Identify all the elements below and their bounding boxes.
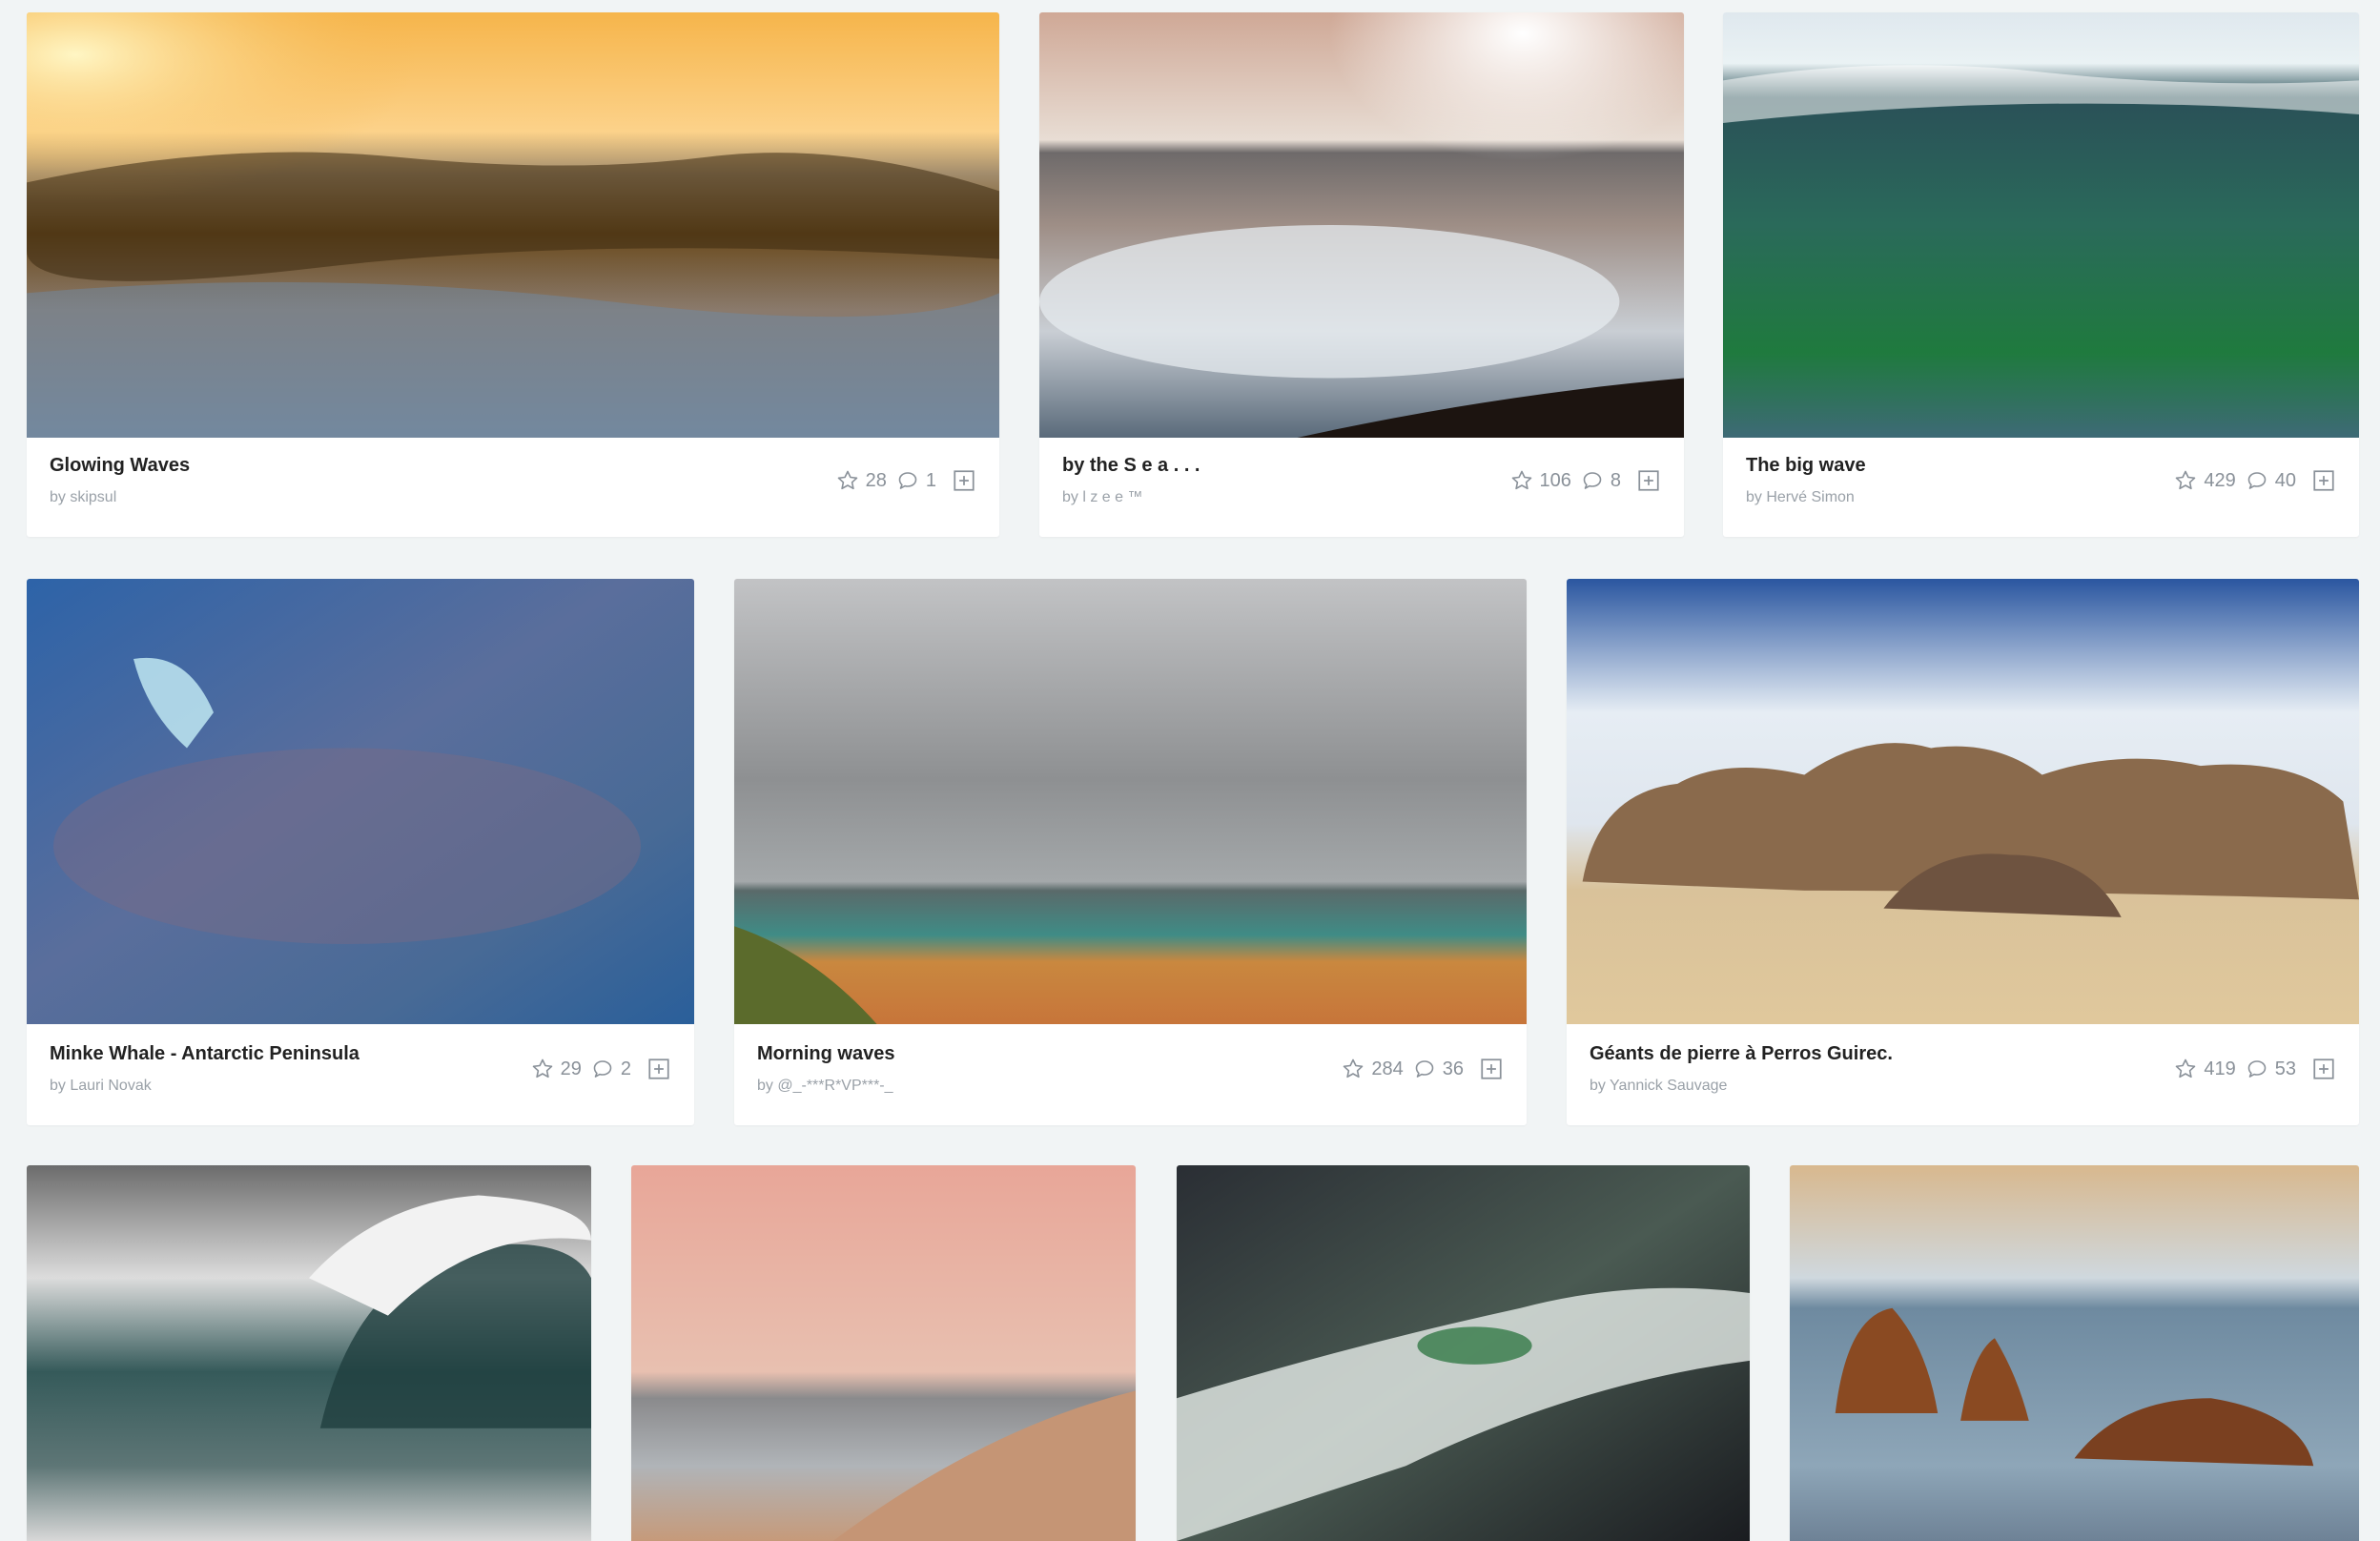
photo-author[interactable]: by skipsul	[50, 489, 116, 506]
comment-button[interactable]: 2	[591, 1058, 631, 1080]
add-to-gallery-button[interactable]	[1479, 1057, 1504, 1081]
like-count: 284	[1371, 1058, 1404, 1079]
photo-thumbnail[interactable]	[1177, 1165, 1750, 1541]
add-to-gallery-icon	[954, 470, 975, 491]
comment-count: 40	[2274, 469, 2296, 491]
comment-icon	[2247, 1060, 2267, 1078]
star-icon	[837, 470, 857, 490]
photo-title[interactable]: by the S e a . . .	[1062, 455, 1200, 477]
photo-author[interactable]: by Yannick Sauvage	[1590, 1078, 1727, 1095]
add-to-gallery-icon	[2313, 1058, 2334, 1079]
add-to-gallery-button[interactable]	[1636, 468, 1661, 493]
comment-count: 1	[925, 469, 936, 491]
comment-button[interactable]: 40	[2246, 469, 2296, 492]
like-count: 429	[2204, 469, 2236, 491]
like-button[interactable]: 106	[1510, 469, 1571, 492]
comment-icon	[593, 1060, 612, 1078]
photo-info: Morning waves by @_-***R*VP***-_ 284 36	[734, 1024, 1527, 1125]
comment-button[interactable]: 36	[1413, 1058, 1464, 1080]
star-icon	[2176, 470, 2196, 490]
photo-thumbnail[interactable]	[734, 579, 1527, 1024]
comment-button[interactable]: 1	[896, 469, 936, 492]
like-button[interactable]: 419	[2174, 1058, 2236, 1080]
photo-card[interactable]	[27, 1165, 591, 1541]
photo-thumbnail[interactable]	[1790, 1165, 2359, 1541]
like-button[interactable]: 28	[836, 469, 887, 492]
photo-title[interactable]: Morning waves	[757, 1043, 894, 1065]
photo-card[interactable]: Géants de pierre à Perros Guirec. by Yan…	[1567, 579, 2359, 1125]
photo-card[interactable]: Minke Whale - Antarctic Peninsula by Lau…	[27, 579, 694, 1125]
photo-thumbnail[interactable]	[27, 1165, 591, 1541]
photo-author[interactable]: by Lauri Novak	[50, 1078, 152, 1095]
comment-button[interactable]: 53	[2246, 1058, 2296, 1080]
photo-card[interactable]: Morning waves by @_-***R*VP***-_ 284 36	[734, 579, 1527, 1125]
photo-stats: 29 2	[531, 1057, 671, 1081]
star-icon	[2176, 1058, 2196, 1079]
photo-info: The big wave by Hervé Simon 429 40	[1723, 436, 2359, 537]
add-to-gallery-button[interactable]	[2311, 1057, 2336, 1081]
photo-card[interactable]	[631, 1165, 1136, 1541]
photo-info: Géants de pierre à Perros Guirec. by Yan…	[1567, 1024, 2359, 1125]
like-button[interactable]: 429	[2174, 469, 2236, 492]
add-to-gallery-icon	[648, 1058, 669, 1079]
photo-card[interactable]: The big wave by Hervé Simon 429 40	[1723, 12, 2359, 537]
photo-thumbnail[interactable]	[1723, 12, 2359, 438]
photo-thumbnail[interactable]	[631, 1165, 1136, 1541]
photo-stats: 28 1	[836, 468, 976, 493]
photo-title[interactable]: The big wave	[1746, 455, 1866, 477]
like-button[interactable]: 284	[1342, 1058, 1404, 1080]
like-count: 106	[1539, 469, 1571, 491]
photo-card[interactable]	[1177, 1165, 1750, 1541]
photo-author[interactable]: by @_-***R*VP***-_	[757, 1078, 893, 1095]
photo-author[interactable]: by Hervé Simon	[1746, 489, 1855, 506]
comment-icon	[2247, 472, 2267, 489]
add-to-gallery-button[interactable]	[2311, 468, 2336, 493]
photo-stats: 284 36	[1342, 1057, 1504, 1081]
photo-info: Glowing Waves by skipsul 28 1	[27, 436, 999, 537]
photo-card[interactable]: Glowing Waves by skipsul 28 1	[27, 12, 999, 537]
comment-count: 53	[2274, 1058, 2296, 1079]
photo-stats: 419 53	[2174, 1057, 2336, 1081]
like-button[interactable]: 29	[531, 1058, 582, 1080]
star-icon	[1511, 470, 1531, 490]
comment-icon	[1583, 472, 1602, 489]
like-count: 28	[865, 469, 887, 491]
photo-card[interactable]: by the S e a . . . by l z e e ™ 106 8	[1039, 12, 1684, 537]
photo-thumbnail[interactable]	[1567, 579, 2359, 1024]
add-to-gallery-icon	[1638, 470, 1659, 491]
photo-thumbnail[interactable]	[1039, 12, 1684, 438]
comment-count: 8	[1610, 469, 1621, 491]
comment-count: 2	[620, 1058, 631, 1079]
add-to-gallery-button[interactable]	[952, 468, 976, 493]
star-icon	[1344, 1058, 1364, 1079]
add-to-gallery-icon	[2313, 470, 2334, 491]
like-count: 419	[2204, 1058, 2236, 1079]
comment-icon	[1415, 1060, 1434, 1078]
star-icon	[532, 1058, 552, 1079]
comment-count: 36	[1442, 1058, 1464, 1079]
photo-stats: 429 40	[2174, 468, 2336, 493]
photo-stats: 106 8	[1510, 468, 1662, 493]
like-count: 29	[560, 1058, 582, 1079]
add-to-gallery-button[interactable]	[646, 1057, 671, 1081]
photo-title[interactable]: Géants de pierre à Perros Guirec.	[1590, 1043, 1893, 1065]
photo-info: Minke Whale - Antarctic Peninsula by Lau…	[27, 1024, 694, 1125]
photo-title[interactable]: Glowing Waves	[50, 455, 190, 477]
photo-thumbnail[interactable]	[27, 12, 999, 438]
photo-info: by the S e a . . . by l z e e ™ 106 8	[1039, 436, 1684, 537]
photo-card[interactable]	[1790, 1165, 2359, 1541]
add-to-gallery-icon	[1481, 1058, 1502, 1079]
photo-author[interactable]: by l z e e ™	[1062, 489, 1142, 506]
photo-thumbnail[interactable]	[27, 579, 694, 1024]
comment-button[interactable]: 8	[1581, 469, 1621, 492]
photo-title[interactable]: Minke Whale - Antarctic Peninsula	[50, 1043, 359, 1065]
comment-icon	[898, 472, 917, 489]
